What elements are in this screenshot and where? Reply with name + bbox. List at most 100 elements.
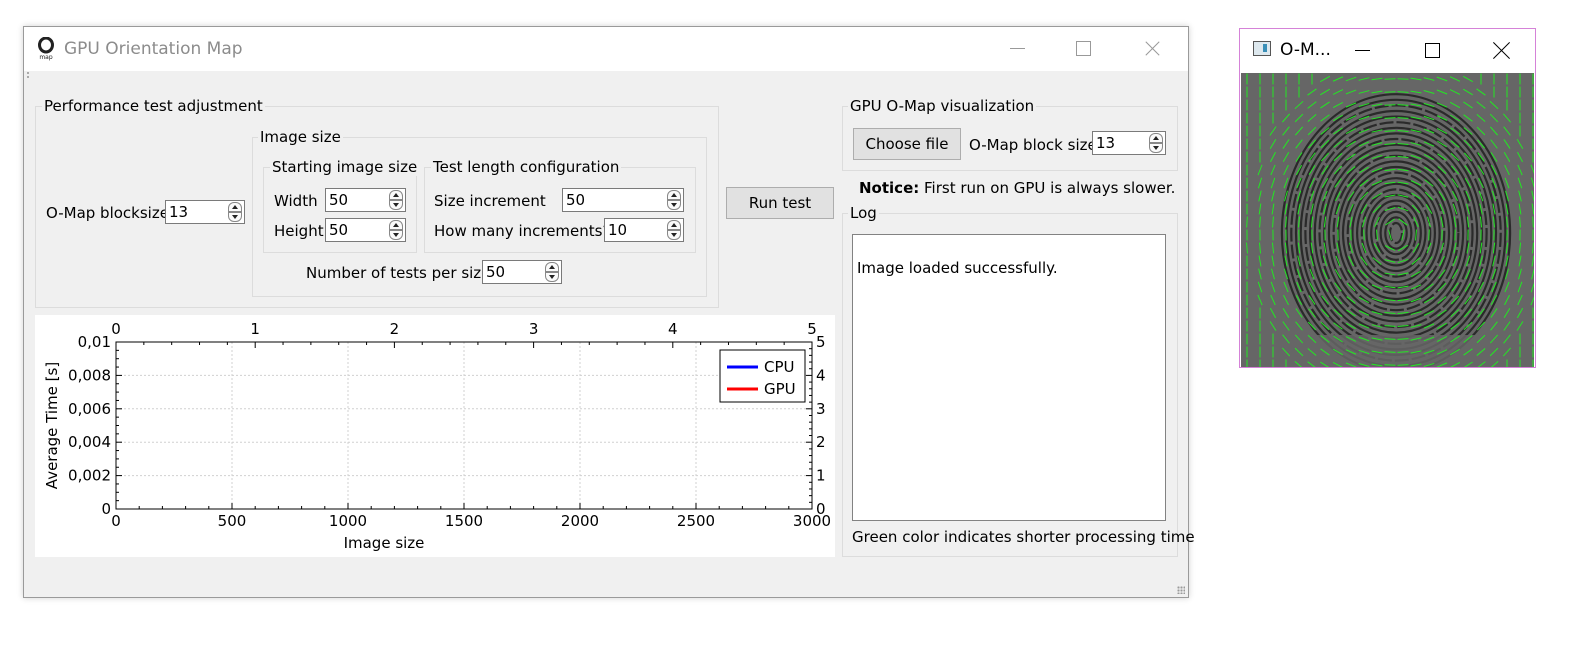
spinbox-value: 10 [608, 221, 628, 239]
omap-blocksize-label: O-Map blocksize [46, 204, 169, 222]
close-button[interactable] [1128, 27, 1174, 71]
log-line: Image loaded successfully. [857, 259, 1058, 277]
x-tick-label: 1000 [329, 512, 367, 530]
x-tick-label: 500 [218, 512, 247, 530]
x-tick-label: 2000 [561, 512, 599, 530]
x-tick-label: 2500 [677, 512, 715, 530]
spinbox-value: 50 [486, 263, 506, 281]
performance-chart: 0 500 1000 1500 2000 2500 3000 0 0,002 0,004 0,006… [35, 315, 835, 557]
orientation-vector [1428, 229, 1430, 241]
legend-label: GPU [764, 380, 796, 398]
orientation-vector [1397, 91, 1409, 93]
spin-down-icon[interactable] [545, 272, 559, 282]
tests-per-size-label: Number of tests per size [306, 264, 491, 282]
spin-down-icon[interactable] [667, 200, 681, 210]
spin-down-icon[interactable] [228, 212, 242, 222]
y2-tick-label: 4 [816, 366, 826, 384]
y2-tick-label: 2 [816, 433, 826, 451]
maximize-button[interactable] [1060, 27, 1106, 71]
legend-label: CPU [764, 358, 795, 376]
orientation-vector [1384, 364, 1396, 366]
y-tick-label: 0,004 [68, 433, 111, 451]
x2-tick-label: 0 [111, 320, 121, 338]
height-spinbox[interactable]: 50 [325, 218, 406, 242]
orientation-vector [1384, 117, 1396, 119]
spin-up-icon[interactable] [389, 190, 403, 200]
increments-count-label: How many increments? [434, 222, 611, 240]
minimize-icon[interactable] [1355, 50, 1370, 51]
spin-up-icon[interactable] [228, 202, 242, 212]
svg-text:map: map [39, 54, 53, 61]
spinbox-value: 13 [1096, 134, 1116, 152]
log-text-area[interactable]: Image loaded successfully. [852, 234, 1166, 521]
x-tick-label: 0 [111, 512, 121, 530]
window-title: GPU Orientation Map [64, 39, 243, 59]
test-length-group-title: Test length configuration [431, 158, 622, 176]
spinbox-value: 50 [329, 191, 349, 209]
resize-grip-icon[interactable] [1177, 586, 1185, 594]
x-axis-title: Image size [344, 534, 425, 552]
starting-size-group-title: Starting image size [270, 158, 420, 176]
main-window: map GPU Orientation Map Performance test… [23, 26, 1195, 598]
size-increment-spinbox[interactable]: 50 [562, 188, 684, 212]
spin-down-icon[interactable] [389, 230, 403, 240]
x2-tick-label: 2 [390, 320, 400, 338]
spin-up-icon[interactable] [545, 262, 559, 272]
choose-file-button[interactable]: Choose file [853, 128, 961, 160]
minimize-button[interactable] [994, 27, 1040, 71]
run-test-button[interactable]: Run test [726, 187, 834, 219]
chart-svg: 0 500 1000 1500 2000 2500 300000,0020,0040,006… [43, 320, 831, 552]
spin-down-icon[interactable] [667, 230, 681, 240]
spin-down-icon[interactable] [1149, 143, 1163, 153]
orientation-vector [1384, 78, 1396, 80]
x-tick-label: 1500 [445, 512, 483, 530]
fingerprint-omap-image [1241, 73, 1534, 367]
close-icon[interactable] [1492, 40, 1510, 60]
title-bar[interactable]: map GPU Orientation Map [24, 27, 1188, 71]
y2-tick-label: 1 [816, 467, 826, 485]
maximize-icon[interactable] [1425, 43, 1440, 58]
width-spinbox[interactable]: 50 [325, 188, 406, 212]
log-footer-text: Green color indicates shorter processing… [852, 528, 1195, 546]
y2-tick-label: 5 [816, 333, 826, 351]
x2-tick-label: 1 [250, 320, 260, 338]
visualization-group-title: GPU O-Map visualization [848, 97, 1037, 115]
y-tick-label: 0,002 [68, 467, 111, 485]
omap-block-size-label: O-Map block size [969, 136, 1097, 154]
log-group-title: Log [848, 204, 879, 222]
spin-up-icon[interactable] [389, 220, 403, 230]
orientation-vector [1246, 216, 1248, 228]
notice-bold: Notice: [859, 179, 920, 197]
spin-down-icon[interactable] [389, 200, 403, 210]
window-icon [1253, 41, 1271, 56]
increments-count-spinbox[interactable]: 10 [604, 218, 684, 242]
app-logo-icon: map [38, 37, 54, 61]
performance-group-title: Performance test adjustment [42, 97, 265, 115]
notice-text: Notice: First run on GPU is always slowe… [859, 179, 1175, 197]
spin-up-icon[interactable] [667, 190, 681, 200]
size-increment-label: Size increment [434, 192, 546, 210]
width-label: Width [274, 192, 318, 210]
orientation-vector [1397, 78, 1409, 80]
y-tick-label: 0 [101, 500, 111, 518]
toolbar-grip-icon[interactable] [27, 72, 31, 78]
x2-tick-label: 3 [529, 320, 539, 338]
notice-message: First run on GPU is always slower. [919, 179, 1176, 197]
tests-per-size-spinbox[interactable]: 50 [482, 260, 562, 284]
orientation-vector [1363, 229, 1365, 241]
orientation-vector [1384, 104, 1396, 106]
omap-title-bar[interactable]: O-M... [1240, 29, 1535, 73]
omap-block-size-spinbox[interactable]: 13 [1092, 131, 1166, 155]
y2-tick-label: 3 [816, 400, 826, 418]
omap-blocksize-spinbox[interactable]: 13 [165, 200, 245, 224]
omap-window: O-M... [1239, 28, 1536, 368]
spinbox-value: 13 [169, 203, 189, 221]
y-tick-label: 0,006 [68, 400, 111, 418]
orientation-vector [1397, 364, 1409, 366]
spin-up-icon[interactable] [667, 220, 681, 230]
orientation-vector [1397, 104, 1409, 106]
spin-up-icon[interactable] [1149, 133, 1163, 143]
orientation-vector [1384, 351, 1396, 353]
spinbox-value: 50 [566, 191, 586, 209]
image-size-group-title: Image size [258, 128, 343, 146]
